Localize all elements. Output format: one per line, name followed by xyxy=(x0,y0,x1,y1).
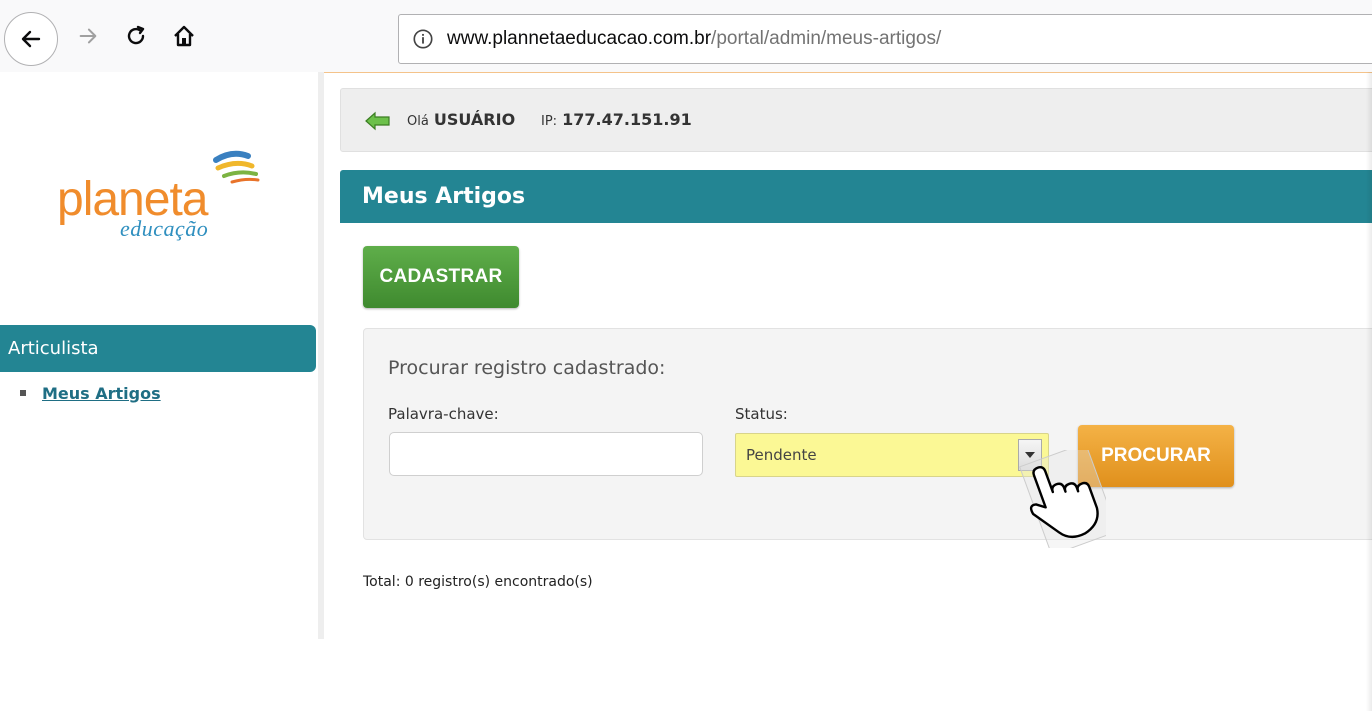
ip-label: IP: xyxy=(541,114,558,129)
keyword-label: Palavra-chave: xyxy=(388,405,499,423)
url-path: /portal/admin/meus-artigos/ xyxy=(711,28,942,49)
keyword-input[interactable] xyxy=(389,432,703,476)
info-icon[interactable] xyxy=(411,27,435,51)
bullet-icon xyxy=(20,390,26,396)
browser-toolbar: www.plannetaeducacao.com.br/portal/admin… xyxy=(0,0,1372,73)
search-panel: Procurar registro cadastrado: Palavra-ch… xyxy=(363,328,1372,540)
hand-cursor-icon xyxy=(1019,450,1106,548)
reload-button[interactable] xyxy=(116,16,156,56)
page-title: Meus Artigos xyxy=(340,170,1372,223)
greeting: Olá USUÁRIO xyxy=(407,110,515,129)
sidebar-header: Articulista xyxy=(0,325,316,372)
sidebar-item-label[interactable]: Meus Artigos xyxy=(42,384,161,403)
url-text[interactable]: www.plannetaeducacao.com.br/portal/admin… xyxy=(447,28,941,50)
url-host: www.plannetaeducacao.com.br xyxy=(447,28,712,49)
planeta-logo[interactable]: planeta educação xyxy=(52,148,260,248)
reload-icon xyxy=(127,25,145,45)
total-records: Total: 0 registro(s) encontrado(s) xyxy=(363,574,593,590)
search-panel-title: Procurar registro cadastrado: xyxy=(388,357,666,379)
logout-arrow-icon[interactable] xyxy=(365,111,391,131)
back-icon xyxy=(21,30,41,48)
ip-value: 177.47.151.91 xyxy=(562,110,692,129)
logo-subtitle: educação xyxy=(120,216,209,241)
url-bar[interactable]: www.plannetaeducacao.com.br/portal/admin… xyxy=(398,14,1372,64)
page: planeta educação Articulista Meus Artigo… xyxy=(0,72,1372,711)
greeting-prefix: Olá xyxy=(407,114,429,129)
forward-icon xyxy=(79,28,97,44)
sidebar-divider xyxy=(318,72,324,639)
sidebar: planeta educação Articulista Meus Artigo… xyxy=(0,72,318,639)
user-bar: Olá USUÁRIO IP: 177.47.151.91 xyxy=(340,88,1372,152)
user-name: USUÁRIO xyxy=(433,110,516,129)
home-button[interactable] xyxy=(164,16,204,56)
status-select[interactable]: Pendente xyxy=(735,433,1049,477)
ip-info: IP: 177.47.151.91 xyxy=(541,110,692,129)
status-label: Status: xyxy=(735,405,788,423)
logo-swoosh-icon xyxy=(213,150,260,184)
status-selected-value: Pendente xyxy=(746,446,817,464)
back-button[interactable] xyxy=(4,12,58,66)
cadastrar-button[interactable]: CADASTRAR xyxy=(363,246,519,308)
edge-shadow xyxy=(1366,72,1372,711)
sidebar-item-meus-artigos[interactable]: Meus Artigos xyxy=(20,382,161,404)
forward-button[interactable] xyxy=(68,16,108,56)
home-icon xyxy=(174,25,194,47)
